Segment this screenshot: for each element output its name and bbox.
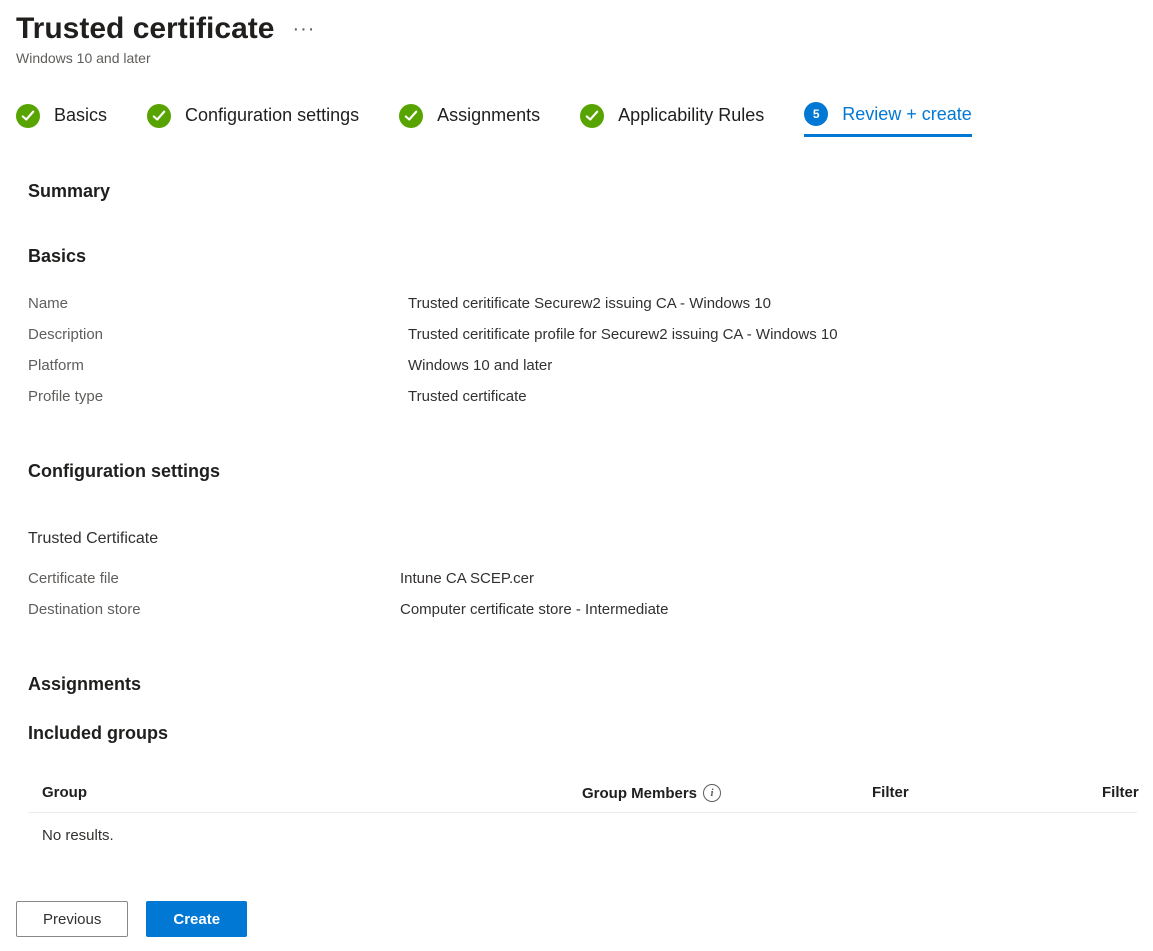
included-groups-heading: Included groups — [28, 723, 1137, 744]
col-members-label: Group Members — [582, 785, 697, 802]
step-label: Configuration settings — [185, 105, 359, 126]
prop-value: Windows 10 and later — [408, 357, 552, 374]
wizard-steps: Basics Configuration settings Assignment… — [16, 102, 1137, 145]
basics-heading: Basics — [28, 246, 1137, 267]
checkmark-icon — [580, 104, 604, 128]
col-filter-1: Filter — [872, 784, 1102, 802]
table-header: Group Group Members i Filter Filter — [28, 774, 1137, 813]
prop-value: Trusted certificate — [408, 388, 527, 405]
prop-label: Destination store — [28, 601, 400, 618]
step-label: Assignments — [437, 105, 540, 126]
col-filter-2: Filter — [1102, 784, 1139, 802]
step-label: Applicability Rules — [618, 105, 764, 126]
assignments-heading: Assignments — [28, 674, 1137, 695]
prop-label: Certificate file — [28, 570, 400, 587]
config-sub-heading: Trusted Certificate — [28, 530, 1137, 548]
col-group: Group — [42, 784, 582, 802]
checkmark-icon — [147, 104, 171, 128]
table-empty-row: No results. — [28, 813, 1137, 862]
prop-label: Description — [28, 326, 408, 343]
prop-value: Trusted ceritificate profile for Securew… — [408, 326, 838, 343]
step-configuration-settings[interactable]: Configuration settings — [147, 104, 359, 136]
more-actions-icon[interactable]: ··· — [292, 18, 315, 41]
prop-label: Name — [28, 295, 408, 312]
step-review-create[interactable]: 5 Review + create — [804, 102, 972, 137]
page-title: Trusted certificate — [16, 12, 274, 46]
checkmark-icon — [16, 104, 40, 128]
summary-heading: Summary — [28, 181, 1137, 202]
info-icon[interactable]: i — [703, 784, 721, 802]
previous-button[interactable]: Previous — [16, 901, 128, 937]
wizard-footer: Previous Create — [16, 901, 247, 937]
step-label: Basics — [54, 105, 107, 126]
basics-row-platform: Platform Windows 10 and later — [28, 357, 1137, 374]
create-button[interactable]: Create — [146, 901, 247, 937]
included-groups-table: Group Group Members i Filter Filter No r… — [28, 774, 1137, 862]
step-assignments[interactable]: Assignments — [399, 104, 540, 136]
basics-row-description: Description Trusted ceritificate profile… — [28, 326, 1137, 343]
step-label: Review + create — [842, 104, 972, 125]
step-applicability-rules[interactable]: Applicability Rules — [580, 104, 764, 136]
config-heading: Configuration settings — [28, 461, 1137, 482]
basics-row-name: Name Trusted ceritificate Securew2 issui… — [28, 295, 1137, 312]
basics-row-profile-type: Profile type Trusted certificate — [28, 388, 1137, 405]
config-row-cert-file: Certificate file Intune CA SCEP.cer — [28, 570, 1137, 587]
step-basics[interactable]: Basics — [16, 104, 107, 136]
prop-label: Profile type — [28, 388, 408, 405]
prop-label: Platform — [28, 357, 408, 374]
col-members: Group Members i — [582, 784, 872, 802]
prop-value: Intune CA SCEP.cer — [400, 570, 534, 587]
step-number-icon: 5 — [804, 102, 828, 126]
page-subtitle: Windows 10 and later — [16, 50, 1137, 66]
config-row-dest-store: Destination store Computer certificate s… — [28, 601, 1137, 618]
checkmark-icon — [399, 104, 423, 128]
prop-value: Computer certificate store - Intermediat… — [400, 601, 668, 618]
prop-value: Trusted ceritificate Securew2 issuing CA… — [408, 295, 771, 312]
